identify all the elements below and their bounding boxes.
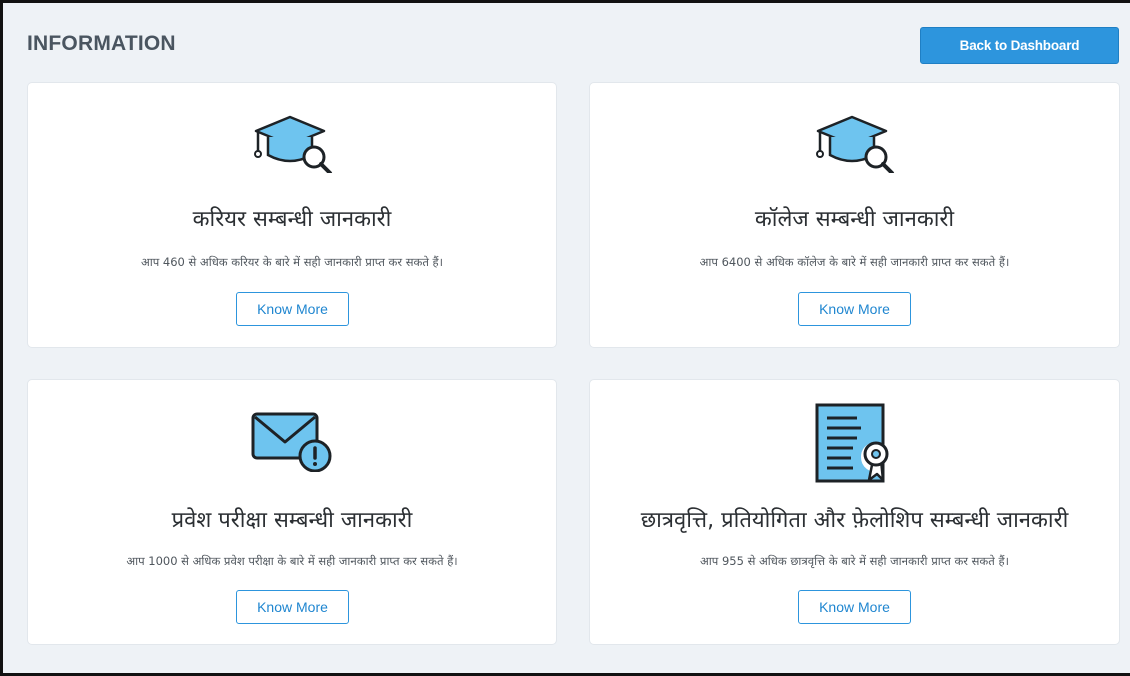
card-college-info: कॉलेज सम्बन्धी जानकारी आप 6400 से अधिक क… [590, 83, 1119, 347]
card-title: कॉलेज सम्बन्धी जानकारी [754, 207, 955, 232]
card-entrance-exam-info: प्रवेश परीक्षा सम्बन्धी जानकारी आप 1000 … [28, 380, 556, 644]
know-more-button[interactable]: Know More [236, 590, 349, 624]
card-description: आप 6400 से अधिक कॉलेज के बारे में सही जा… [699, 255, 1010, 269]
envelope-alert-icon [251, 412, 332, 472]
card-title: करियर सम्बन्धी जानकारी [192, 207, 392, 232]
know-more-button[interactable]: Know More [798, 292, 911, 326]
card-description: आप 460 से अधिक करियर के बारे में सही जान… [140, 255, 444, 269]
card-description: आप 1000 से अधिक प्रवेश परीक्षा के बारे म… [126, 554, 458, 568]
certificate-icon [815, 403, 889, 483]
know-more-button[interactable]: Know More [236, 292, 349, 326]
back-to-dashboard-button[interactable]: Back to Dashboard [920, 27, 1119, 64]
page-title: INFORMATION [27, 32, 176, 55]
graduation-cap-search-icon [816, 115, 894, 173]
card-title: छात्रवृत्ति, प्रतियोगिता और फ़ेलोशिप सम्… [640, 508, 1069, 533]
graduation-cap-search-icon [254, 115, 332, 173]
know-more-button[interactable]: Know More [798, 590, 911, 624]
card-scholarship-info: छात्रवृत्ति, प्रतियोगिता और फ़ेलोशिप सम्… [590, 380, 1119, 644]
card-career-info: करियर सम्बन्धी जानकारी आप 460 से अधिक कर… [28, 83, 556, 347]
card-description: आप 955 से अधिक छात्रवृत्ति के बारे में स… [700, 554, 1009, 568]
card-title: प्रवेश परीक्षा सम्बन्धी जानकारी [171, 508, 413, 533]
